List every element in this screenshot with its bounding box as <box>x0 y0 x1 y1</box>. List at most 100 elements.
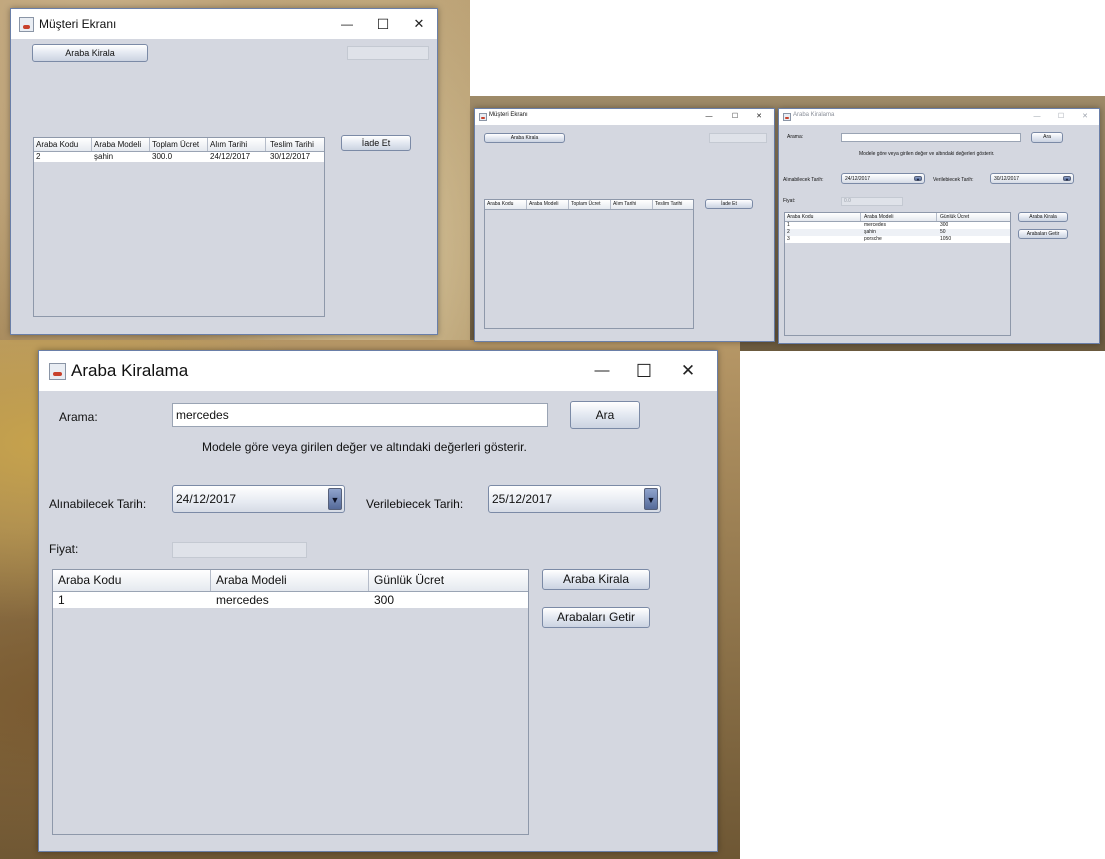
return-date-select[interactable]: 30/12/2017 ▼ <box>990 173 1074 184</box>
column-header[interactable]: Toplam Ücret <box>150 138 208 151</box>
rent-car-button[interactable]: Araba Kirala <box>484 133 565 143</box>
table-header: Araba Kodu Araba Modeli Toplam Ücret Alı… <box>34 138 324 152</box>
table-row[interactable]: 2 şahin 300.0 24/12/2017 30/12/2017 <box>34 152 324 162</box>
column-header[interactable]: Araba Modeli <box>211 570 369 591</box>
column-header[interactable]: Araba Kodu <box>34 138 92 151</box>
search-input[interactable]: mercedes <box>172 403 548 427</box>
maximize-button[interactable]: ☐ <box>727 109 743 125</box>
table-cell: 300 <box>940 222 949 228</box>
status-field <box>709 133 767 143</box>
return-button[interactable]: İade Et <box>341 135 411 151</box>
table-cell: mercedes <box>216 593 269 607</box>
minimize-button[interactable]: — <box>1029 109 1045 125</box>
pickup-date-label: Alınabilecek Tarih: <box>783 177 824 183</box>
search-input[interactable] <box>841 133 1021 142</box>
chevron-down-icon[interactable]: ▼ <box>1063 176 1071 182</box>
rental-window-small: Araba Kiralama — ☐ ✕ Arama: Ara Modele g… <box>778 108 1100 344</box>
table-row[interactable]: 3 porsche 1050 <box>785 236 1010 243</box>
rentals-table: Araba Kodu Araba Modeli Toplam Ücret Alı… <box>33 137 325 317</box>
status-field <box>347 46 429 60</box>
rentals-table: Araba Kodu Araba Modeli Toplam Ücret Alı… <box>484 199 694 329</box>
cars-table: Araba Kodu Araba Modeli Günlük Ücret 1 m… <box>52 569 529 835</box>
rent-car-button[interactable]: Araba Kirala <box>32 44 148 62</box>
price-label: Fiyat: <box>783 198 796 204</box>
column-header[interactable]: Araba Kodu <box>53 570 211 591</box>
column-header[interactable]: Araba Modeli <box>92 138 150 151</box>
maximize-button[interactable]: ☐ <box>1053 109 1069 125</box>
return-button[interactable]: İade Et <box>705 199 753 209</box>
title-bar: Araba Kiralama — ☐ ✕ <box>779 109 1099 125</box>
table-body: 1 mercedes 300 <box>53 592 528 608</box>
table-cell: 3 <box>787 236 790 242</box>
column-header[interactable]: Araba Kodu <box>485 200 527 209</box>
column-header[interactable]: Günlük Ücret <box>369 570 528 591</box>
java-app-icon <box>783 113 791 121</box>
column-header[interactable]: Teslim Tarihi <box>266 138 324 151</box>
minimize-button[interactable]: — <box>334 9 360 39</box>
close-button[interactable]: ✕ <box>406 9 432 39</box>
return-date-value: 30/12/2017 <box>994 176 1020 182</box>
table-body: 1 mercedes 300 2 şahin 50 3 porsche 1050 <box>785 222 1010 243</box>
table-body: 2 şahin 300.0 24/12/2017 30/12/2017 <box>34 152 324 162</box>
price-field: 0.0 <box>841 197 903 206</box>
table-cell: 50 <box>940 229 946 235</box>
window-title: Müşteri Ekranı <box>489 112 528 118</box>
fetch-cars-button[interactable]: Arabaları Getir <box>1018 229 1068 239</box>
table-cell: şahin <box>94 152 114 161</box>
java-app-icon <box>479 113 487 121</box>
title-bar: Araba Kiralama — ☐ ✕ <box>39 351 717 391</box>
pickup-date-select[interactable]: 24/12/2017 ▼ <box>841 173 925 184</box>
table-row[interactable]: 2 şahin 50 <box>785 229 1010 236</box>
table-cell: porsche <box>864 236 882 242</box>
column-header[interactable]: Toplam Ücret <box>569 200 611 209</box>
java-app-icon <box>49 363 66 380</box>
title-bar: Müşteri Ekranı — ☐ ✕ <box>475 109 774 125</box>
column-header[interactable]: Alım Tarihi <box>208 138 266 151</box>
table-cell: 1 <box>787 222 790 228</box>
pickup-date-select[interactable]: 24/12/2017 ▼ <box>172 485 345 513</box>
chevron-down-icon[interactable]: ▼ <box>644 488 658 510</box>
table-cell: 2 <box>36 152 41 161</box>
price-field <box>172 542 307 558</box>
column-header[interactable]: Araba Modeli <box>861 213 937 221</box>
table-row[interactable]: 1 mercedes 300 <box>53 592 528 608</box>
maximize-button[interactable]: ☐ <box>627 351 661 391</box>
column-header[interactable]: Günlük Ücret <box>937 213 1010 221</box>
window-title: Araba Kiralama <box>793 112 835 118</box>
column-header[interactable]: Araba Modeli <box>527 200 569 209</box>
close-button[interactable]: ✕ <box>1077 109 1093 125</box>
pickup-date-value: 24/12/2017 <box>176 492 237 506</box>
rent-car-button[interactable]: Araba Kirala <box>542 569 650 590</box>
window-title: Müşteri Ekranı <box>39 17 117 31</box>
minimize-button[interactable]: — <box>701 109 717 125</box>
chevron-down-icon[interactable]: ▼ <box>914 176 922 182</box>
search-hint: Modele göre veya girilen değer ve altınd… <box>202 440 527 454</box>
table-row[interactable]: 1 mercedes 300 <box>785 222 1010 229</box>
search-hint: Modele göre veya girilen değer ve altınd… <box>859 151 995 157</box>
return-date-value: 25/12/2017 <box>492 492 553 506</box>
table-header: Araba Kodu Araba Modeli Günlük Ücret <box>785 213 1010 222</box>
pickup-date-value: 24/12/2017 <box>845 176 871 182</box>
table-cell: 2 <box>787 229 790 235</box>
search-button[interactable]: Ara <box>570 401 640 429</box>
table-cell: 300.0 <box>152 152 173 161</box>
search-label: Arama: <box>59 410 98 424</box>
minimize-button[interactable]: — <box>585 351 619 391</box>
rent-car-button[interactable]: Araba Kirala <box>1018 212 1068 222</box>
column-header[interactable]: Teslim Tarihi <box>653 200 693 209</box>
chevron-down-icon[interactable]: ▼ <box>328 488 342 510</box>
maximize-button[interactable]: ☐ <box>370 9 396 39</box>
table-cell: mercedes <box>864 222 886 228</box>
fetch-cars-button[interactable]: Arabaları Getir <box>542 607 650 628</box>
table-header: Araba Kodu Araba Modeli Toplam Ücret Alı… <box>485 200 693 210</box>
column-header[interactable]: Araba Kodu <box>785 213 861 221</box>
price-label: Fiyat: <box>49 542 79 556</box>
close-button[interactable]: ✕ <box>751 109 767 125</box>
title-bar: Müşteri Ekranı — ☐ ✕ <box>11 9 437 39</box>
return-date-select[interactable]: 25/12/2017 ▼ <box>488 485 661 513</box>
java-app-icon <box>19 17 34 32</box>
column-header[interactable]: Alım Tarihi <box>611 200 653 209</box>
return-date-label: Verilebiecek Tarih: <box>366 497 464 511</box>
search-button[interactable]: Ara <box>1031 132 1063 143</box>
close-button[interactable]: ✕ <box>671 351 705 391</box>
